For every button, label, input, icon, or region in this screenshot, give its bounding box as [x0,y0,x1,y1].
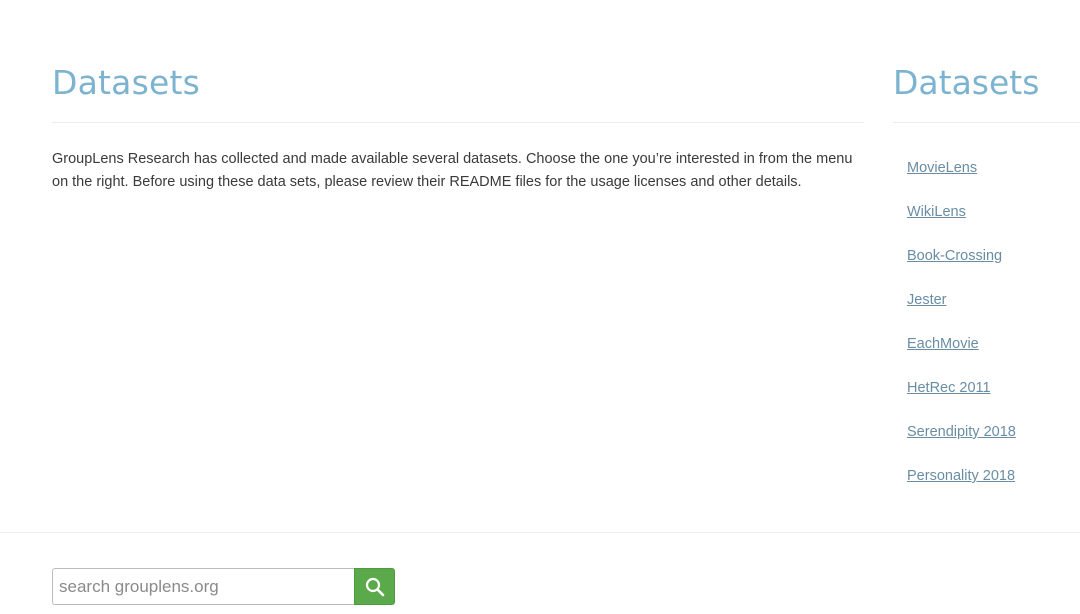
sidebar-divider [893,122,1080,123]
sidebar-title: Datasets [893,63,1040,102]
sidebar-item-movielens: MovieLens [907,158,1016,202]
search-button[interactable] [354,568,395,605]
sidebar-link-jester[interactable]: Jester [907,292,947,308]
sidebar-item-serendipity-2018: Serendipity 2018 [907,422,1016,466]
sidebar-link-eachmovie[interactable]: EachMovie [907,336,979,352]
intro-text: GroupLens Research has collected and mad… [52,151,853,190]
sidebar-item-wikilens: WikiLens [907,202,1016,246]
sidebar-link-personality-2018[interactable]: Personality 2018 [907,468,1015,484]
title-divider [52,122,864,123]
search-form [52,568,395,605]
sidebar-link-serendipity-2018[interactable]: Serendipity 2018 [907,424,1016,440]
page: Datasets GroupLens Research has collecte… [0,0,1080,614]
sidebar-item-book-crossing: Book-Crossing [907,246,1016,290]
sidebar-menu: MovieLens WikiLens Book-Crossing Jester … [907,158,1016,510]
sidebar-link-book-crossing[interactable]: Book-Crossing [907,248,1002,264]
sidebar-item-eachmovie: EachMovie [907,334,1016,378]
sidebar-link-hetrec-2011[interactable]: HetRec 2011 [907,380,991,396]
sidebar-link-wikilens[interactable]: WikiLens [907,204,966,220]
sidebar-item-jester: Jester [907,290,1016,334]
search-input[interactable] [52,568,354,605]
search-icon [365,577,384,596]
sidebar-item-personality-2018: Personality 2018 [907,466,1016,510]
footer-divider [0,532,1080,533]
sidebar: Datasets MovieLens WikiLens Book-Crossin… [893,62,1080,484]
main-content: Datasets GroupLens Research has collecte… [52,62,864,209]
sidebar-link-movielens[interactable]: MovieLens [907,160,977,176]
page-title: Datasets [52,63,201,102]
sidebar-item-hetrec-2011: HetRec 2011 [907,378,1016,422]
